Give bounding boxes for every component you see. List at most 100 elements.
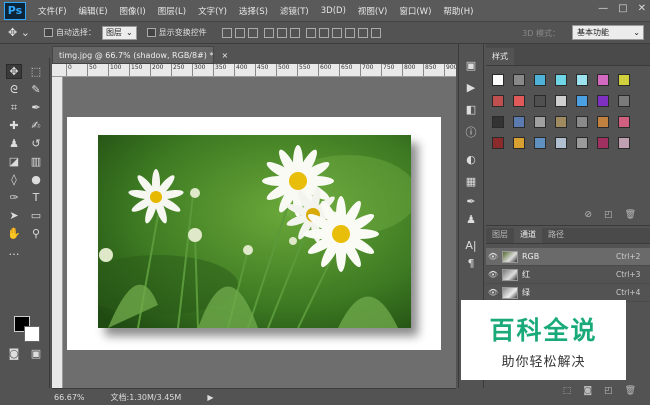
tab-styles[interactable]: 样式 <box>486 48 514 65</box>
style-swatch[interactable] <box>492 116 504 128</box>
workspace-dropdown[interactable]: 基本功能 ⌄ <box>572 25 644 40</box>
style-swatch[interactable] <box>576 95 588 107</box>
style-swatch[interactable] <box>576 116 588 128</box>
close-tab-button[interactable]: × <box>221 51 228 60</box>
zoom-level[interactable]: 66.67% <box>54 393 85 402</box>
auto-select-dropdown[interactable]: 图层 ⌄ <box>101 25 137 40</box>
menu-image[interactable]: 图像(I) <box>114 5 152 17</box>
maximize-button[interactable]: □ <box>618 3 627 14</box>
zoom-tool-icon[interactable]: ⚲ <box>28 226 44 241</box>
quick-mask-icon[interactable]: ◙ <box>6 346 22 361</box>
info-panel-icon[interactable]: ⓘ <box>463 124 479 139</box>
menu-type[interactable]: 文字(Y) <box>192 5 233 17</box>
style-swatch[interactable] <box>576 137 588 149</box>
style-swatch[interactable] <box>555 74 567 86</box>
auto-select-checkbox-group[interactable]: 自动选择： <box>43 27 96 38</box>
move-tool-preset-icon[interactable]: ✥ ⌄ <box>8 26 30 39</box>
style-swatch[interactable] <box>513 74 525 86</box>
style-swatch[interactable] <box>534 74 546 86</box>
save-selection-channel-icon[interactable]: ◙ <box>583 386 592 396</box>
load-channel-selection-icon[interactable]: ⬚ <box>563 386 572 396</box>
distribute-center-icon[interactable] <box>357 27 368 38</box>
delete-style-icon[interactable]: 🗑 <box>625 210 636 220</box>
menu-3d[interactable]: 3D(D) <box>315 6 352 16</box>
style-swatch[interactable] <box>513 116 525 128</box>
align-bottom-icon[interactable] <box>247 27 258 38</box>
style-swatch[interactable] <box>597 74 609 86</box>
eye-icon[interactable]: 👁 <box>486 252 500 261</box>
distribute-left-icon[interactable] <box>344 27 355 38</box>
type-tool-icon[interactable]: T <box>28 190 44 205</box>
eye-icon[interactable]: 👁 <box>486 270 500 279</box>
new-channel-icon[interactable]: ◰ <box>604 386 613 396</box>
background-color-swatch[interactable] <box>24 326 40 342</box>
menu-file[interactable]: 文件(F) <box>32 5 73 17</box>
auto-select-checkbox[interactable] <box>43 28 53 37</box>
menu-window[interactable]: 窗口(W) <box>393 5 437 17</box>
history-panel-icon[interactable]: ▣ <box>463 58 479 73</box>
style-swatch[interactable] <box>492 95 504 107</box>
show-transform-checkbox-group[interactable]: 显示变换控件 <box>146 27 207 38</box>
style-swatch[interactable] <box>492 137 504 149</box>
crop-tool-icon[interactable]: ⌗ <box>6 100 22 115</box>
style-swatch[interactable] <box>492 74 504 86</box>
tab-channels[interactable]: 通道 <box>514 226 542 243</box>
document-canvas[interactable] <box>67 117 441 350</box>
close-window-button[interactable]: ✕ <box>638 3 646 14</box>
channel-row-red[interactable]: 👁 红 Ctrl+3 <box>486 266 650 284</box>
align-center-icon[interactable] <box>276 27 287 38</box>
properties-panel-icon[interactable]: ◧ <box>463 102 479 117</box>
eye-icon[interactable]: 👁 <box>486 288 500 297</box>
gradient-tool-icon[interactable]: ▥ <box>28 154 44 169</box>
document-tab[interactable]: timg.jpg @ 66.7% (shadow, RGB/8#) * × <box>52 46 228 64</box>
style-swatch[interactable] <box>576 74 588 86</box>
clone-stamp-tool-icon[interactable]: ♟ <box>6 136 22 151</box>
style-swatch[interactable] <box>597 116 609 128</box>
lasso-tool-icon[interactable]: ᘓ <box>6 82 22 97</box>
menu-view[interactable]: 视图(V) <box>352 5 393 17</box>
distribute-top-icon[interactable] <box>305 27 316 38</box>
clone-source-panel-icon[interactable]: ♟ <box>463 212 479 227</box>
style-swatch[interactable] <box>513 95 525 107</box>
align-left-icon[interactable] <box>263 27 274 38</box>
canvas-area[interactable] <box>63 77 456 388</box>
style-swatch[interactable] <box>513 137 525 149</box>
menu-filter[interactable]: 滤镜(T) <box>274 5 315 17</box>
menu-edit[interactable]: 编辑(E) <box>73 5 114 17</box>
minimize-button[interactable]: — <box>598 3 608 14</box>
healing-brush-tool-icon[interactable]: ✚ <box>6 118 22 133</box>
align-top-icon[interactable] <box>221 27 232 38</box>
status-menu-arrow-icon[interactable]: ▶ <box>207 393 213 402</box>
quick-select-tool-icon[interactable]: ✎ <box>28 82 44 97</box>
dodge-tool-icon[interactable]: ● <box>28 172 44 187</box>
menu-help[interactable]: 帮助(H) <box>437 5 479 17</box>
style-swatch[interactable] <box>555 95 567 107</box>
marquee-tool-icon[interactable]: ⬚ <box>28 64 44 79</box>
style-swatch[interactable] <box>597 137 609 149</box>
align-right-icon[interactable] <box>289 27 300 38</box>
path-selection-tool-icon[interactable]: ➤ <box>6 208 22 223</box>
eraser-tool-icon[interactable]: ◪ <box>6 154 22 169</box>
style-swatch[interactable] <box>555 137 567 149</box>
pen-tool-icon[interactable]: ✑ <box>6 190 22 205</box>
clear-style-icon[interactable]: ⊘ <box>585 210 593 220</box>
style-swatch[interactable] <box>534 116 546 128</box>
style-swatch[interactable] <box>555 116 567 128</box>
style-swatch[interactable] <box>618 95 630 107</box>
brushes-panel-icon[interactable]: ✒ <box>463 194 479 209</box>
channel-row-rgb[interactable]: 👁 RGB Ctrl+2 <box>486 248 650 266</box>
distribute-middle-icon[interactable] <box>318 27 329 38</box>
character-panel-icon[interactable]: A| <box>463 238 479 253</box>
tab-layers[interactable]: 图层 <box>486 226 514 243</box>
screen-mode-icon[interactable]: ▣ <box>28 346 44 361</box>
hand-tool-icon[interactable]: ✋ <box>6 226 22 241</box>
color-panel-icon[interactable]: ◐ <box>463 152 479 167</box>
show-transform-checkbox[interactable] <box>146 28 156 37</box>
blur-tool-icon[interactable]: ◊ <box>6 172 22 187</box>
actions-panel-icon[interactable]: ▶ <box>463 80 479 95</box>
menu-layer[interactable]: 图层(L) <box>152 5 192 17</box>
eyedropper-tool-icon[interactable]: ✒ <box>28 100 44 115</box>
tab-paths[interactable]: 路径 <box>542 226 570 243</box>
style-swatch[interactable] <box>534 137 546 149</box>
style-swatch[interactable] <box>534 95 546 107</box>
